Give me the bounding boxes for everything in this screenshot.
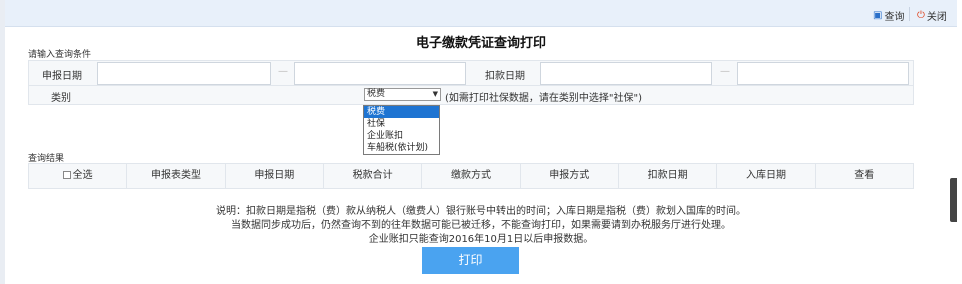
power-icon: ⏻ xyxy=(917,9,925,21)
side-scroll-handle[interactable] xyxy=(950,178,957,222)
dropdown-arrow-icon: ▼ xyxy=(432,90,438,98)
column-header: 缴款方式 xyxy=(422,164,521,188)
top-toolbar: ▣ 查询 ⏻ 关闭 xyxy=(5,0,957,27)
column-header: 申报表类型 xyxy=(127,164,226,188)
select-all-label: 全选 xyxy=(72,170,93,181)
note-line: 说明：扣款日期是指税（费）款从纳税人（缴费人）银行账号中转出的时间；入库日期是指… xyxy=(216,206,746,217)
column-header: 扣款日期 xyxy=(619,164,718,188)
toolbar-divider xyxy=(909,7,910,21)
deduct-date-start-input[interactable] xyxy=(540,62,712,85)
category-selected-value: 税费 xyxy=(367,89,386,99)
date-condition-row: 申报日期 — 扣款日期 — xyxy=(28,60,914,86)
category-option[interactable]: 社保 xyxy=(364,118,439,130)
save-icon: ▣ xyxy=(873,9,883,21)
note-line: 企业账扣只能查询2016年10月1日以后申报数据。 xyxy=(368,234,594,245)
column-header: 查看 xyxy=(854,170,875,181)
date-range-dash: — xyxy=(278,66,288,77)
close-button[interactable]: ⏻ 关闭 xyxy=(917,8,947,23)
print-button[interactable]: 打印 xyxy=(422,247,519,274)
query-button[interactable]: ▣ 查询 xyxy=(873,8,904,23)
page: ▣ 查询 ⏻ 关闭 电子缴款凭证查询打印 请输入查询条件 申报日期 — 扣款日期… xyxy=(0,0,962,284)
declare-date-end-input[interactable] xyxy=(294,62,466,85)
conditions-section-label: 请输入查询条件 xyxy=(28,50,92,60)
column-header: 申报日期 xyxy=(226,164,324,188)
query-button-label: 查询 xyxy=(884,12,905,23)
page-title: 电子缴款凭证查询打印 xyxy=(415,36,546,51)
column-header: 入库日期 xyxy=(717,164,816,188)
category-row: 类别 税费 ▼ (如需打印社保数据，请在类别中选择"社保") xyxy=(28,86,914,105)
category-hint: (如需打印社保数据，请在类别中选择"社保") xyxy=(445,93,643,104)
category-option[interactable]: 企业账扣 xyxy=(364,130,439,142)
category-select[interactable]: 税费 ▼ xyxy=(364,88,441,101)
deduct-date-label: 扣款日期 xyxy=(485,71,525,82)
column-header: 申报方式 xyxy=(521,164,619,188)
category-label: 类别 xyxy=(51,93,71,104)
close-button-label: 关闭 xyxy=(926,12,947,23)
results-table-header: 全选 申报表类型 申报日期 税款合计 缴款方式 申报方式 扣款日期 入库日期 查… xyxy=(28,163,914,189)
declare-date-start-input[interactable] xyxy=(97,62,271,85)
main-frame: ▣ 查询 ⏻ 关闭 电子缴款凭证查询打印 请输入查询条件 申报日期 — 扣款日期… xyxy=(5,0,957,274)
category-option[interactable]: 车船税(依计划) xyxy=(364,142,439,154)
select-all-cell[interactable]: 全选 xyxy=(29,164,128,188)
select-all-checkbox[interactable] xyxy=(62,171,71,179)
deduct-date-end-input[interactable] xyxy=(737,62,909,85)
category-option[interactable]: 税费 xyxy=(364,106,439,118)
declare-date-label: 申报日期 xyxy=(42,71,82,82)
date-range-dash: — xyxy=(720,66,730,77)
note-line: 当数据同步成功后，仍然查询不到的往年数据可能已被迁移，不能查询打印，如果需要请到… xyxy=(231,220,731,231)
column-header: 税款合计 xyxy=(324,164,423,188)
category-dropdown-list: 税费 社保 企业账扣 车船税(依计划) xyxy=(363,105,440,155)
